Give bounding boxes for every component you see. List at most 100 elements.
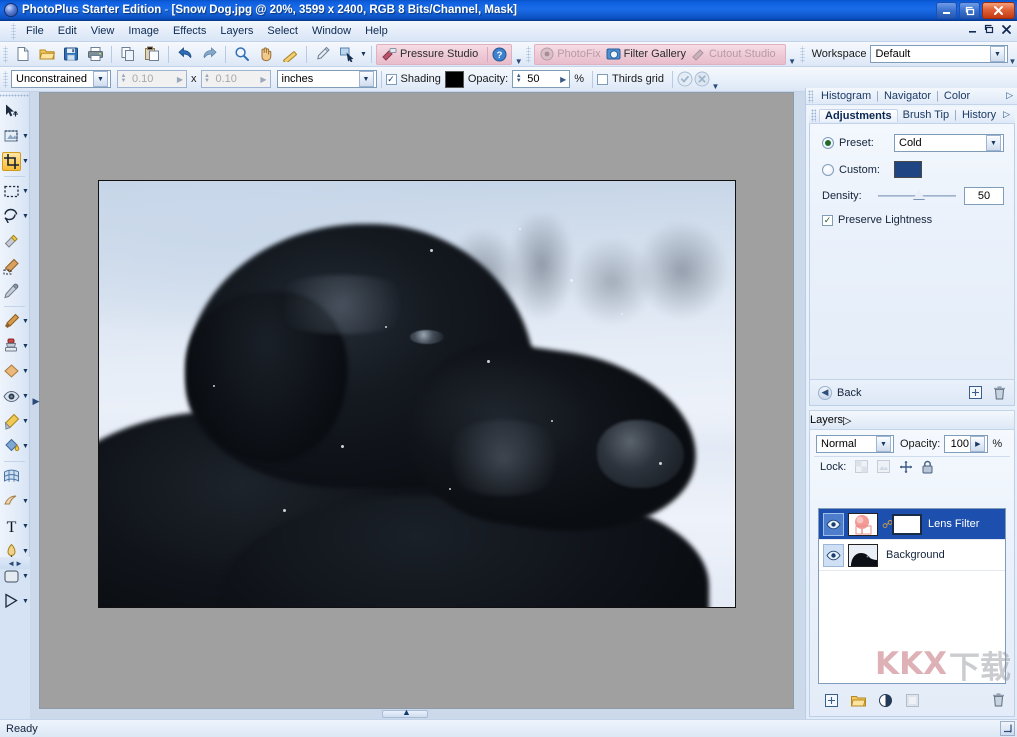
add-layer-icon[interactable] — [824, 693, 839, 708]
preset-radio[interactable] — [822, 137, 834, 149]
paste-icon[interactable] — [141, 44, 163, 65]
shading-checkbox[interactable] — [386, 74, 397, 85]
adjustment-layer-icon[interactable] — [878, 693, 893, 708]
tool-move[interactable] — [0, 99, 29, 124]
node-pointer-dropdown-icon[interactable]: ▼ — [360, 51, 367, 58]
crop-constraint-select[interactable]: Unconstrained ▼ — [11, 70, 111, 88]
close-button[interactable] — [982, 2, 1015, 19]
tool-background-eraser[interactable] — [0, 254, 29, 279]
layer-row-lens-filter[interactable]: ☍ Lens Filter — [819, 509, 1005, 540]
chevron-down-icon[interactable]: ▼ — [986, 135, 1001, 151]
tool-dropdown-icon[interactable]: ▼ — [22, 418, 29, 425]
tool-gradient-fill[interactable]: ▼ — [0, 409, 29, 434]
image-canvas[interactable] — [98, 180, 736, 608]
redo-arrow-icon[interactable] — [198, 44, 220, 65]
tool-palette-grip[interactable] — [0, 92, 29, 99]
tool-text[interactable]: T ▼ — [0, 514, 29, 539]
spinner-arrows-icon[interactable]: ▲▼ — [202, 74, 213, 84]
studio-toolbar-grip[interactable] — [526, 46, 531, 63]
tool-dropdown-icon[interactable]: ▼ — [22, 133, 29, 140]
options-bar-grip[interactable] — [3, 71, 8, 88]
crop-units-select[interactable]: inches ▼ — [277, 70, 377, 88]
tool-magic-wand[interactable] — [0, 229, 29, 254]
tabstrip-expand-icon[interactable]: ▷ — [1006, 90, 1013, 101]
tool-color-picker[interactable] — [0, 279, 29, 304]
horizontal-scrollbar[interactable]: ▲ — [30, 709, 805, 719]
chevron-down-icon[interactable]: ▼ — [359, 71, 374, 87]
open-folder-icon[interactable] — [36, 44, 58, 65]
tool-dropdown-icon[interactable]: ▼ — [22, 548, 29, 555]
tool-dropdown-icon[interactable]: ▼ — [22, 318, 29, 325]
zoom-magnifier-icon[interactable] — [231, 44, 253, 65]
tool-dropdown-icon[interactable]: ▼ — [22, 573, 29, 580]
tab-histogram[interactable]: Histogram — [816, 89, 876, 103]
layer-mask-thumbnail[interactable] — [892, 514, 922, 535]
layer-thumbnail-lens-filter[interactable] — [848, 513, 878, 536]
menu-item-help[interactable]: Help — [358, 23, 395, 39]
tool-mesh-warp[interactable] — [0, 464, 29, 489]
tool-dropdown-icon[interactable]: ▼ — [22, 393, 29, 400]
tab-adjustments[interactable]: Adjustments — [819, 109, 898, 122]
tool-node-edit[interactable]: ▼ — [0, 589, 29, 614]
tabstrip-grip[interactable] — [808, 90, 813, 103]
layer-visibility-eye-icon[interactable] — [823, 513, 844, 536]
menu-item-select[interactable]: Select — [260, 23, 305, 39]
tool-dropdown-icon[interactable]: ▼ — [22, 188, 29, 195]
preset-select[interactable]: Cold ▼ — [894, 134, 1004, 152]
custom-radio[interactable] — [822, 164, 834, 176]
add-plus-icon[interactable] — [968, 386, 982, 400]
tool-dropdown-icon[interactable]: ▼ — [22, 158, 29, 165]
tool-dropdown-icon[interactable]: ▼ — [22, 523, 29, 530]
delete-layer-icon[interactable] — [991, 693, 1006, 708]
mdi-minimize-button[interactable] — [967, 24, 978, 35]
lock-position-icon[interactable] — [898, 459, 913, 474]
tabstrip-expand-icon[interactable]: ▷ — [1003, 109, 1010, 120]
crop-height-input[interactable]: ▲▼ 0.10 ▶ — [201, 70, 271, 88]
spinner-arrows-icon[interactable]: ▲▼ — [513, 74, 524, 84]
menu-item-image[interactable]: Image — [121, 23, 166, 39]
canvas-background[interactable] — [39, 92, 794, 709]
menu-item-view[interactable]: View — [84, 23, 122, 39]
thirds-grid-checkbox[interactable] — [597, 74, 608, 85]
tool-dropdown-icon[interactable]: ▼ — [22, 368, 29, 375]
lock-image-icon[interactable] — [876, 459, 891, 474]
tab-brush-tip[interactable]: Brush Tip — [898, 108, 954, 122]
opacity-slider-popup-icon[interactable]: ▶ — [970, 436, 985, 452]
resize-grip-icon[interactable] — [1000, 721, 1015, 736]
layer-row-background[interactable]: Background — [819, 540, 1005, 571]
tool-flood-fill[interactable]: ▼ — [0, 434, 29, 459]
tool-red-eye[interactable]: ▼ — [0, 384, 29, 409]
tool-palette-expander[interactable]: ◄► — [0, 557, 30, 569]
pan-hand-icon[interactable] — [255, 44, 277, 65]
pressure-pen-icon[interactable] — [312, 44, 334, 65]
save-floppy-icon[interactable] — [60, 44, 82, 65]
print-icon[interactable] — [84, 44, 106, 65]
restore-button[interactable] — [959, 2, 980, 19]
measure-ruler-icon[interactable] — [279, 44, 301, 65]
menu-item-edit[interactable]: Edit — [51, 23, 84, 39]
crop-width-input[interactable]: ▲▼ 0.10 ▶ — [117, 70, 187, 88]
tool-crop-to-selection[interactable]: ▼ — [0, 124, 29, 149]
blend-mode-select[interactable]: Normal ▼ — [816, 435, 894, 453]
layer-opacity-input[interactable]: 100 ▶ — [944, 435, 988, 453]
tabstrip-grip[interactable] — [811, 109, 816, 122]
document-splitter-arrow-icon[interactable]: ▶ — [32, 393, 40, 409]
tool-dropdown-icon[interactable]: ▼ — [22, 343, 29, 350]
copy-icon[interactable] — [117, 44, 139, 65]
mdi-restore-button[interactable] — [984, 24, 995, 35]
menu-item-window[interactable]: Window — [305, 23, 358, 39]
chevron-down-icon[interactable]: ▼ — [990, 46, 1005, 62]
preserve-lightness-checkbox[interactable] — [822, 215, 833, 226]
tool-crop[interactable]: ▼ — [0, 149, 29, 174]
chevron-down-icon[interactable]: ▼ — [93, 71, 108, 87]
crop-opacity-input[interactable]: ▲▼ 50 ▶ — [512, 70, 570, 88]
custom-color-swatch[interactable] — [894, 161, 922, 178]
workspace-select[interactable]: Default ▼ — [870, 45, 1008, 63]
filter-gallery-label[interactable]: Filter Gallery — [624, 48, 686, 60]
main-toolbar-grip[interactable] — [3, 46, 8, 63]
apply-check-icon[interactable] — [677, 71, 694, 88]
mdi-close-button[interactable] — [1001, 24, 1012, 35]
lock-transparency-icon[interactable] — [854, 459, 869, 474]
tool-dropdown-icon[interactable]: ▼ — [22, 498, 29, 505]
new-icon[interactable] — [12, 44, 34, 65]
